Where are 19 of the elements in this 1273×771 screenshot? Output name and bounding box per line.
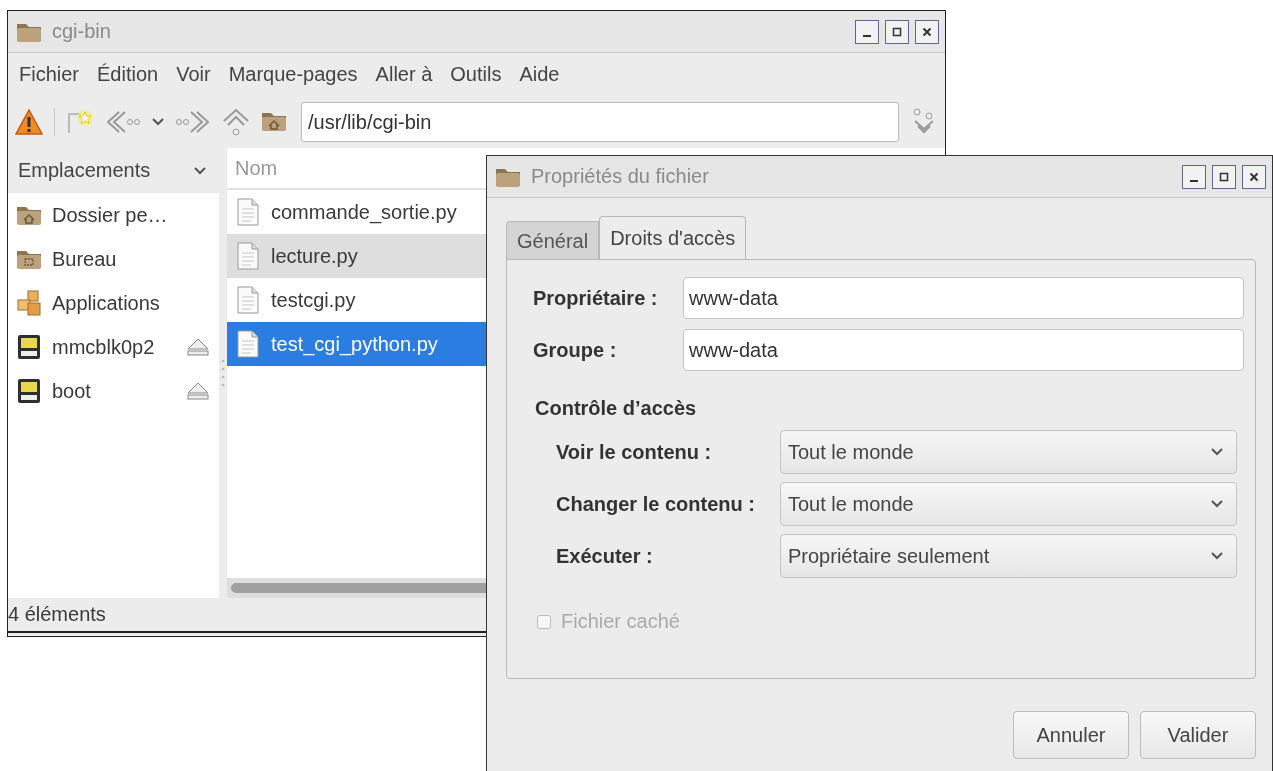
file-name: lecture.py xyxy=(271,244,358,268)
file-name: commande_sortie.py xyxy=(271,200,457,224)
permission-label: Voir le contenu : xyxy=(556,440,713,464)
permission-label: Changer le contenu : xyxy=(556,492,756,516)
window-title: cgi-bin xyxy=(52,20,111,43)
sidebar-item-label: boot xyxy=(52,379,92,403)
sidebar-item-label: Dossier pe… xyxy=(52,203,169,227)
file-name: test_cgi_python.py xyxy=(271,332,438,356)
field-label: Groupe : xyxy=(533,338,618,362)
places-label: Emplacements xyxy=(18,159,151,182)
status-text: 4 éléments xyxy=(8,603,106,626)
sidebar-item-label: Bureau xyxy=(52,247,118,271)
section-heading: Contrôle d’accès xyxy=(535,397,698,420)
permission-label: Exécuter : xyxy=(556,544,654,568)
window-title: Propriétés du fichier xyxy=(531,165,709,188)
file-name: testcgi.py xyxy=(271,288,356,312)
field-label: Propriétaire : xyxy=(533,286,659,310)
sidebar-item-label: mmcblk0p2 xyxy=(52,335,156,359)
sidebar-item-label: Applications xyxy=(52,291,161,315)
